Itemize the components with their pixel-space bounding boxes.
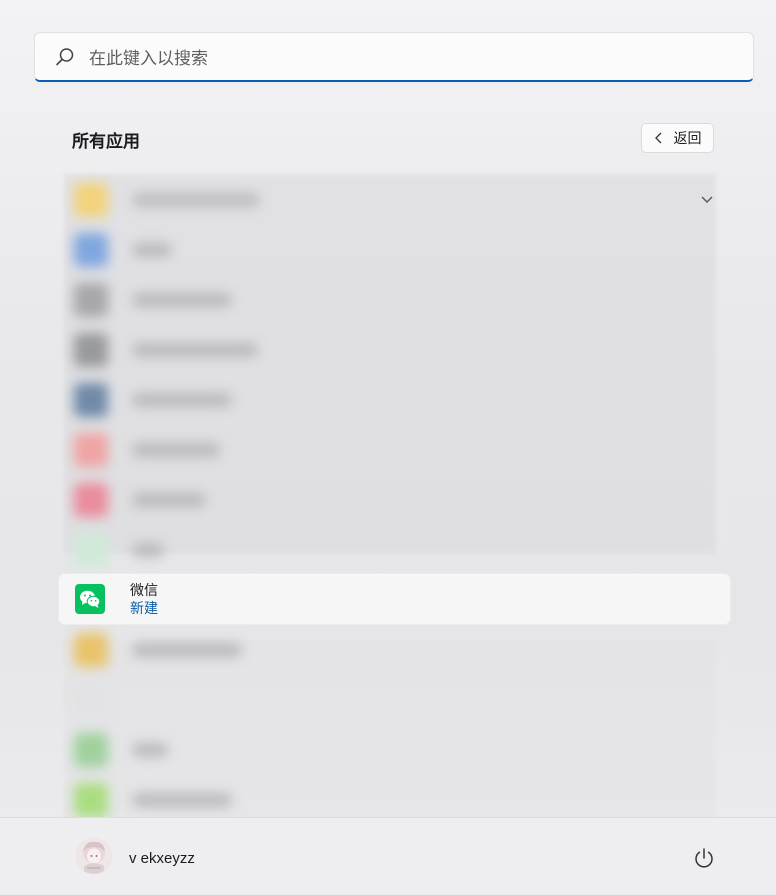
app-label <box>132 293 232 307</box>
chevron-down-icon[interactable] <box>700 192 714 206</box>
app-label <box>132 643 242 657</box>
app-label <box>132 393 232 407</box>
chevron-left-icon <box>654 132 661 144</box>
app-icon <box>74 183 108 217</box>
avatar-image <box>76 838 112 874</box>
app-name: 微信 <box>130 581 158 598</box>
list-item[interactable] <box>60 275 716 325</box>
app-list <box>60 170 716 820</box>
wechat-icon <box>75 584 105 614</box>
app-label <box>132 543 164 557</box>
user-avatar[interactable] <box>76 838 112 874</box>
power-button[interactable] <box>690 844 718 872</box>
app-label <box>132 493 206 507</box>
search-input[interactable]: 在此键入以搜索 <box>89 44 208 69</box>
list-item[interactable] <box>60 525 716 575</box>
app-label <box>132 743 168 757</box>
app-icon <box>74 533 108 567</box>
app-icon <box>74 333 108 367</box>
app-icon <box>74 433 108 467</box>
start-menu: 在此键入以搜索 所有应用 返回 微信 新建 v ekxeyzz <box>0 0 776 895</box>
back-button[interactable]: 返回 <box>641 123 714 153</box>
app-icon <box>74 783 108 817</box>
user-name[interactable]: v ekxeyzz <box>129 850 195 867</box>
search-icon <box>56 47 74 65</box>
footer: v ekxeyzz <box>0 817 776 895</box>
app-icon <box>74 733 108 767</box>
list-item[interactable] <box>60 175 716 225</box>
app-icon <box>74 683 108 717</box>
search-box[interactable]: 在此键入以搜索 <box>34 32 754 82</box>
power-icon <box>695 848 713 868</box>
app-icon <box>74 283 108 317</box>
list-item[interactable] <box>60 375 716 425</box>
app-text: 微信 新建 <box>130 581 158 618</box>
app-label <box>132 193 260 207</box>
app-label <box>132 443 220 457</box>
app-label <box>132 793 232 807</box>
app-icon <box>74 383 108 417</box>
list-item[interactable] <box>60 325 716 375</box>
list-item[interactable] <box>60 425 716 475</box>
app-item-wechat[interactable]: 微信 新建 <box>59 574 730 624</box>
app-label <box>132 343 258 357</box>
list-item[interactable] <box>60 675 716 725</box>
new-badge: 新建 <box>130 599 158 616</box>
list-item[interactable] <box>60 475 716 525</box>
list-item[interactable] <box>60 725 716 775</box>
app-icon <box>74 483 108 517</box>
blurred-app-list <box>60 170 716 820</box>
list-item[interactable] <box>60 225 716 275</box>
app-icon <box>74 233 108 267</box>
app-icon <box>74 633 108 667</box>
app-label <box>132 243 172 257</box>
list-item[interactable] <box>60 625 716 675</box>
page-title: 所有应用 <box>72 132 140 151</box>
back-button-label: 返回 <box>673 130 702 146</box>
